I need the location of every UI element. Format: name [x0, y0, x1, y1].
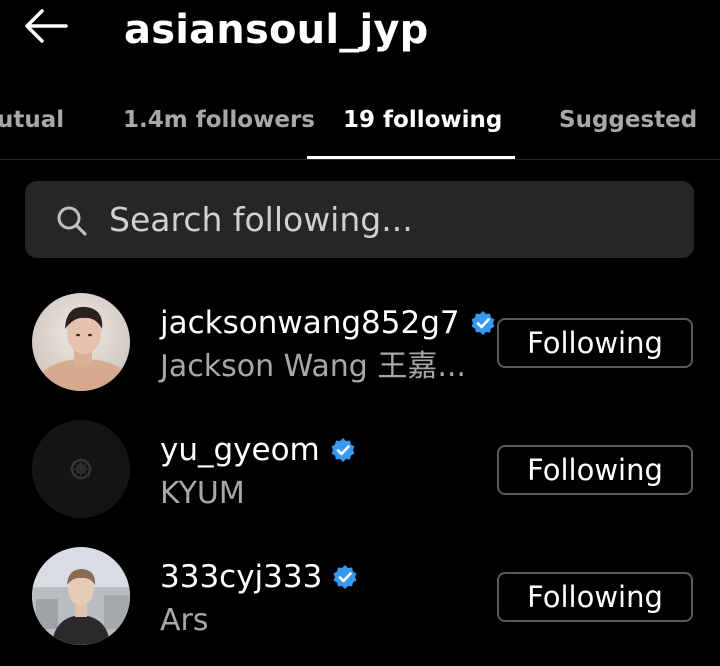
header: asiansoul_jyp — [0, 0, 720, 66]
active-tab-indicator — [307, 156, 515, 159]
avatar[interactable] — [32, 293, 130, 391]
avatar[interactable] — [32, 547, 130, 645]
list-item[interactable]: jacksonwang852g7 Jackson Wang 王嘉... Foll… — [0, 293, 720, 413]
following-screen: asiansoul_jyp utual 1.4m followers 19 fo… — [0, 0, 720, 666]
verified-badge-icon — [333, 565, 357, 589]
username[interactable]: 333cyj333 — [160, 557, 322, 597]
tab-followers[interactable]: 1.4m followers — [123, 100, 315, 140]
profile-photo-icon — [32, 420, 130, 518]
tab-bar: utual 1.4m followers 19 following Sugges… — [0, 82, 720, 160]
following-button[interactable]: Following — [497, 318, 693, 368]
full-name: Jackson Wang 王嘉... — [160, 349, 466, 384]
page-title: asiansoul_jyp — [124, 7, 429, 53]
verified-badge-icon — [331, 438, 355, 462]
avatar[interactable] — [32, 420, 130, 518]
list-item[interactable]: yu_gyeom KYUM Following — [0, 420, 720, 540]
search-bar[interactable] — [25, 181, 694, 258]
search-icon — [57, 206, 87, 236]
profile-photo-icon — [32, 293, 130, 391]
tab-mutual[interactable]: utual — [0, 100, 64, 140]
list-item[interactable]: 333cyj333 Ars Following — [0, 547, 720, 666]
username-line: yu_gyeom — [160, 430, 356, 470]
username-line: jacksonwang852g7 — [160, 303, 496, 343]
profile-photo-icon — [32, 547, 130, 645]
back-button[interactable] — [22, 8, 72, 48]
search-input[interactable] — [109, 191, 669, 248]
username-line: 333cyj333 — [160, 557, 358, 597]
verified-badge-icon — [471, 311, 495, 335]
tab-suggested[interactable]: Suggested — [559, 100, 697, 140]
username[interactable]: jacksonwang852g7 — [160, 303, 460, 343]
full-name: KYUM — [160, 476, 245, 511]
following-button[interactable]: Following — [497, 445, 693, 495]
full-name: Ars — [160, 603, 209, 638]
following-button[interactable]: Following — [497, 572, 693, 622]
back-arrow-icon — [25, 9, 68, 43]
tab-following[interactable]: 19 following — [343, 100, 502, 140]
username[interactable]: yu_gyeom — [160, 430, 320, 470]
